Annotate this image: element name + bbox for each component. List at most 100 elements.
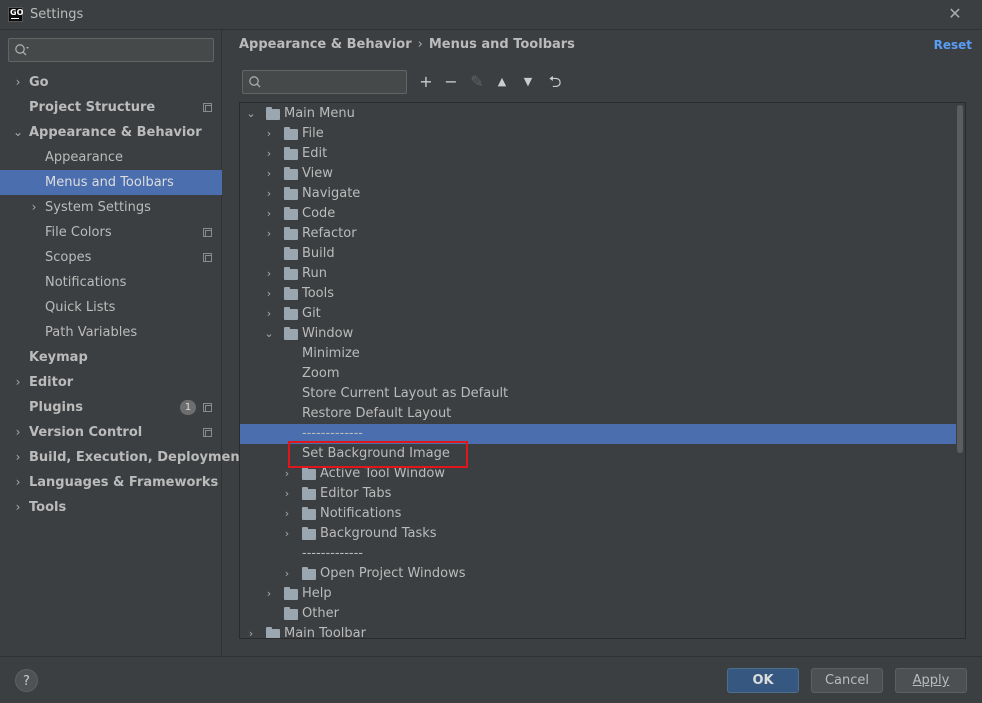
chevron-right-icon[interactable]: › [263, 184, 275, 204]
sidebar-item[interactable]: Keymap [0, 345, 222, 370]
update-count-badge: 1 [180, 400, 196, 415]
tree-row[interactable]: › Navigate [240, 184, 965, 204]
tree-row-label: Code [302, 206, 336, 221]
sidebar-item[interactable]: Menus and Toolbars [0, 170, 222, 195]
chevron-right-icon[interactable]: › [12, 445, 24, 470]
cancel-button[interactable]: Cancel [811, 668, 883, 693]
folder-icon [284, 147, 298, 160]
tree-row[interactable]: › Code [240, 204, 965, 224]
chevron-right-icon[interactable]: › [12, 370, 24, 395]
folder-icon [284, 267, 298, 280]
tree-row[interactable]: › Main Toolbar [240, 624, 965, 638]
breadcrumb-parent[interactable]: Appearance & Behavior [239, 37, 412, 52]
move-up-icon[interactable]: ▲ [492, 72, 512, 92]
dialog-footer: ? OK Cancel Apply [0, 656, 982, 703]
chevron-right-icon[interactable]: › [263, 164, 275, 184]
tree-row[interactable]: Minimize [240, 344, 965, 364]
sidebar-item[interactable]: Path Variables [0, 320, 222, 345]
tree-row[interactable]: › Notifications [240, 504, 965, 524]
edit-icon[interactable]: ✎ [467, 72, 487, 92]
tree-row[interactable]: › File [240, 124, 965, 144]
sidebar-item[interactable]: Notifications [0, 270, 222, 295]
remove-icon[interactable]: − [441, 72, 461, 92]
chevron-right-icon[interactable]: › [12, 495, 24, 520]
sidebar-item[interactable]: › Build, Execution, Deployment [0, 445, 246, 470]
folder-icon [284, 287, 298, 300]
chevron-right-icon[interactable]: › [12, 470, 24, 495]
help-button[interactable]: ? [15, 669, 38, 692]
sidebar-item[interactable]: Project Structure [0, 95, 222, 120]
chevron-right-icon[interactable]: › [263, 584, 275, 604]
project-level-icon [203, 428, 212, 437]
tree-row[interactable]: › Refactor [240, 224, 965, 244]
sidebar-item[interactable]: › System Settings [0, 195, 222, 220]
apply-button[interactable]: Apply [895, 668, 967, 693]
sidebar-item[interactable]: Appearance [0, 145, 222, 170]
tree-row[interactable]: › Open Project Windows [240, 564, 965, 584]
sidebar-item[interactable]: Plugins 1 [0, 395, 222, 420]
chevron-right-icon[interactable]: › [12, 420, 24, 445]
sidebar-item[interactable]: › Go [0, 70, 222, 95]
project-level-icon [203, 253, 212, 262]
chevron-right-icon[interactable]: › [281, 504, 293, 524]
menus-tree: ⌄ Main Menu › File › Edit › View › Navigate › Code ›… [239, 102, 966, 639]
close-icon[interactable]: ✕ [946, 5, 964, 23]
tree-row[interactable]: › Editor Tabs [240, 484, 965, 504]
title-bar: GO Settings ✕ [0, 0, 982, 30]
sidebar-item[interactable]: › Editor [0, 370, 222, 395]
tree-row[interactable]: Other [240, 604, 965, 624]
sidebar-item[interactable]: Quick Lists [0, 295, 222, 320]
sidebar-item[interactable]: › Version Control [0, 420, 222, 445]
sidebar-item[interactable]: ⌄ Appearance & Behavior [0, 120, 222, 145]
tree-row[interactable]: ------------- [240, 544, 965, 564]
chevron-right-icon[interactable]: › [263, 144, 275, 164]
tree-row[interactable]: › Edit [240, 144, 965, 164]
tree-row[interactable]: Build [240, 244, 965, 264]
tree-row[interactable]: › Help [240, 584, 965, 604]
tree-row[interactable]: › Git [240, 304, 965, 324]
ok-button[interactable]: OK [727, 668, 799, 693]
tree-row-label: Notifications [320, 506, 402, 521]
tree-row[interactable]: › Run [240, 264, 965, 284]
restore-icon[interactable]: ⮌ [545, 72, 565, 92]
reset-link[interactable]: Reset [934, 36, 972, 54]
tree-row[interactable]: ⌄ Window [240, 324, 965, 344]
chevron-right-icon[interactable]: › [263, 204, 275, 224]
sidebar-item[interactable]: Scopes [0, 245, 222, 270]
tree-row[interactable]: Zoom [240, 364, 965, 384]
chevron-right-icon[interactable]: › [263, 284, 275, 304]
move-down-icon[interactable]: ▼ [518, 72, 538, 92]
add-icon[interactable]: + [416, 72, 436, 92]
tree-row[interactable]: Store Current Layout as Default [240, 384, 965, 404]
chevron-down-icon[interactable]: ⌄ [245, 104, 257, 124]
tree-row[interactable]: › View [240, 164, 965, 184]
tree-row[interactable]: › Tools [240, 284, 965, 304]
tree-row[interactable]: Restore Default Layout [240, 404, 965, 424]
tree-row[interactable]: › Background Tasks [240, 524, 965, 544]
chevron-right-icon[interactable]: › [281, 524, 293, 544]
sidebar-search-input[interactable] [8, 38, 214, 62]
tree-search-input[interactable] [242, 70, 407, 94]
sidebar-item[interactable]: › Tools [0, 495, 222, 520]
chevron-right-icon[interactable]: › [263, 264, 275, 284]
chevron-right-icon[interactable]: › [245, 624, 257, 638]
chevron-right-icon[interactable]: › [28, 195, 40, 220]
folder-icon [302, 527, 316, 540]
chevron-right-icon[interactable]: › [263, 224, 275, 244]
chevron-right-icon[interactable]: › [263, 124, 275, 144]
sidebar-item[interactable]: › Languages & Frameworks [0, 470, 222, 495]
sidebar-item[interactable]: File Colors [0, 220, 222, 245]
chevron-right-icon[interactable]: › [281, 564, 293, 584]
tree-row-label: Run [302, 266, 327, 281]
chevron-down-icon[interactable]: ⌄ [263, 324, 275, 344]
search-icon [15, 44, 29, 56]
chevron-right-icon[interactable]: › [263, 304, 275, 324]
folder-icon [302, 507, 316, 520]
chevron-right-icon[interactable]: › [12, 70, 24, 95]
tree-row-label: Open Project Windows [320, 566, 466, 581]
project-level-icon [203, 228, 212, 237]
chevron-down-icon[interactable]: ⌄ [12, 120, 24, 145]
chevron-right-icon[interactable]: › [281, 484, 293, 504]
tree-row[interactable]: ⌄ Main Menu [240, 104, 965, 124]
sidebar-item-label: Quick Lists [45, 300, 116, 315]
